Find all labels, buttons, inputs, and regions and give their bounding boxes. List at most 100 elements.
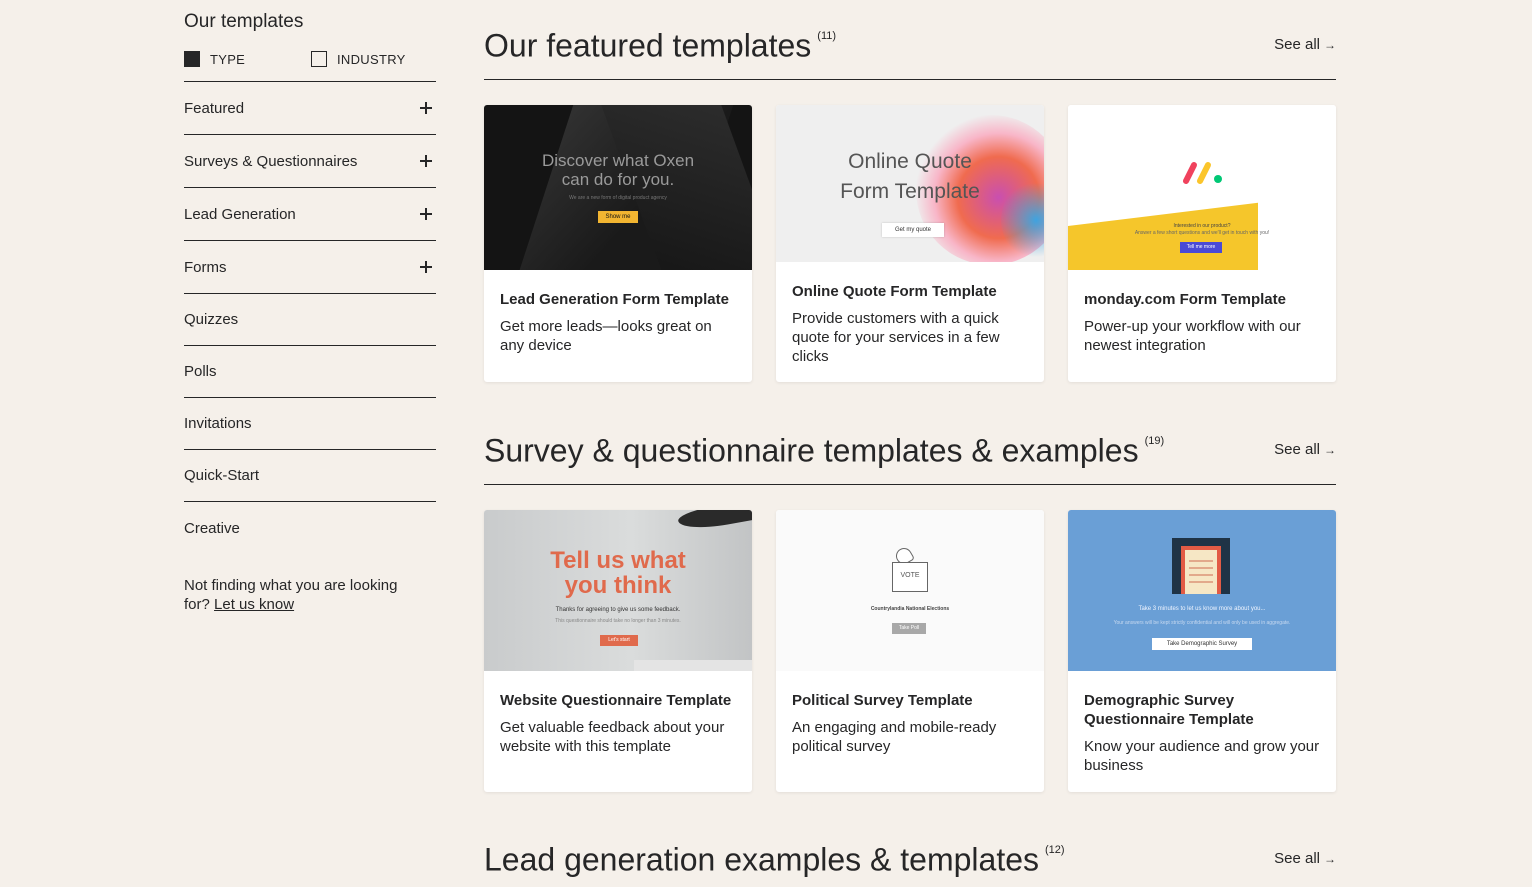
arrow-right-icon: → [1324,37,1336,52]
category-creative[interactable]: Creative [184,502,436,554]
category-lead-generation[interactable]: Lead Generation [184,188,436,241]
see-all-label: See all [1274,850,1320,867]
template-card-online-quote[interactable]: Online Quote Form Template Get my quote … [776,105,1044,382]
card-description: Know your audience and grow your busines… [1084,738,1320,774]
card-thumbnail: Online Quote Form Template Get my quote [776,105,1044,262]
section-featured-header: Our featured templates (11) See all → [484,28,1336,80]
card-title: monday.com Form Template [1084,291,1286,308]
template-card-website-questionnaire[interactable]: Tell us what you think Thanks for agreei… [484,510,752,792]
card-body: Lead Generation Form Template Get more l… [484,270,752,371]
category-list: Featured Surveys & Questionnaires Lead G… [184,82,436,554]
card-body: Demographic Survey Questionnaire Templat… [1068,671,1336,791]
thumb-subtext: Thanks for agreeing to give us some feed… [555,607,681,613]
see-all-link[interactable]: See all → [1274,441,1336,458]
category-label: Featured [184,99,245,117]
thumb-line1: Take 3 minutes to let us know more about… [1138,606,1266,612]
card-title: Website Questionnaire Template [500,692,732,709]
category-quizzes[interactable]: Quizzes [184,294,436,346]
category-label: Polls [184,363,217,380]
category-label: Surveys & Questionnaires [184,152,358,170]
category-surveys-questionnaires[interactable]: Surveys & Questionnaires [184,135,436,188]
thumb-button: Get my quote [882,223,944,237]
see-all-label: See all [1274,441,1320,458]
arrow-right-icon: → [1324,851,1336,866]
card-title: Online Quote Form Template [792,283,997,300]
let-us-know-link[interactable]: Let us know [214,596,294,613]
card-body: monday.com Form Template Power-up your w… [1068,270,1336,371]
thumb-line1: Interested in our product? [1173,223,1231,229]
toggle-industry[interactable]: INDUSTRY [311,51,406,67]
card-body: Political Survey Template An engaging an… [776,671,1044,772]
category-featured[interactable]: Featured [184,82,436,135]
section-count: (11) [817,30,837,42]
thumb-subtext2: This questionnaire should take no longer… [555,618,681,624]
not-finding-text: Not finding what you are looking for? Le… [184,576,424,614]
section-count: (19) [1144,435,1165,447]
toggle-type-label: TYPE [210,51,246,67]
thumb-headline: Discover what Oxen can do for you. [541,151,695,189]
thumb-button: Show me [598,211,638,223]
ballot-box-icon: VOTE [892,562,928,592]
card-description: Get valuable feedback about your website… [500,719,725,755]
plus-icon[interactable] [420,208,432,220]
category-label: Forms [184,258,227,276]
card-thumbnail: VOTE Countrylandia National Elections Ta… [776,510,1044,671]
main-content: Our featured templates (11) See all → Dis… [484,0,1336,887]
plus-icon[interactable] [420,155,432,167]
section-title: Our featured templates (11) [484,22,836,66]
card-title: Lead Generation Form Template [500,291,729,308]
thumb-button: Take Poll [892,623,926,634]
section-survey-header: Survey & questionnaire templates & examp… [484,433,1336,485]
template-card-political-survey[interactable]: VOTE Countrylandia National Elections Ta… [776,510,1044,792]
thumb-line2: Answer a few short questions and we'll g… [1134,230,1270,236]
see-all-link[interactable]: See all → [1274,36,1336,53]
thumb-headline: Online Quote Form Template [840,150,980,203]
toggle-type[interactable]: TYPE [184,51,311,67]
template-card-lead-generation[interactable]: Discover what Oxen can do for you. We ar… [484,105,752,382]
arrow-right-icon: → [1324,442,1336,457]
category-label: Invitations [184,415,252,432]
sidebar-title: Our templates [184,11,304,32]
thumb-button: Let's start [600,635,638,646]
section-lead-generation-header: Lead generation examples & templates (12)… [484,842,1336,887]
card-description: An engaging and mobile-ready political s… [792,719,997,755]
card-title: Political Survey Template [792,692,973,709]
plus-icon[interactable] [420,102,432,114]
category-quick-start[interactable]: Quick-Start [184,450,436,502]
category-polls[interactable]: Polls [184,346,436,398]
section-title-text: Lead generation examples & templates [484,841,1040,878]
category-label: Creative [184,519,240,537]
thumb-subtext: We are a new form of digital product age… [569,195,667,201]
plus-icon[interactable] [420,261,432,273]
card-description: Provide customers with a quick quote for… [792,310,1000,365]
thumb-headline: Tell us what you think [550,547,686,599]
category-label: Quizzes [184,311,239,328]
section-title: Survey & questionnaire templates & examp… [484,427,1164,471]
card-description: Get more leads—looks great on any device [500,318,712,354]
thumb-button: Tell me more [1180,242,1222,253]
survey-cards: Tell us what you think Thanks for agreei… [484,510,1336,792]
card-body: Online Quote Form Template Provide custo… [776,262,1044,382]
template-card-monday[interactable]: Interested in our product? Answer a few … [1068,105,1336,382]
section-title-text: Survey & questionnaire templates & examp… [484,432,1139,469]
toggle-industry-label: INDUSTRY [337,51,406,67]
card-body: Website Questionnaire Template Get valua… [484,671,752,772]
sidebar: Our templates TYPE INDUSTRY Featured Sur… [184,10,436,614]
section-count: (12) [1045,844,1065,856]
checkbox-type[interactable] [184,51,200,67]
thumb-line1: Countrylandia National Elections [870,606,950,612]
see-all-link[interactable]: See all → [1274,850,1336,867]
filter-toggle-row: TYPE INDUSTRY [184,50,436,68]
template-card-demographic-survey[interactable]: Take 3 minutes to let us know more about… [1068,510,1336,792]
card-title: Demographic Survey Questionnaire Templat… [1084,692,1254,728]
card-thumbnail: Interested in our product? Answer a few … [1068,105,1336,270]
section-title: Lead generation examples & templates (12) [484,836,1065,880]
category-forms[interactable]: Forms [184,241,436,294]
card-thumbnail: Take 3 minutes to let us know more about… [1068,510,1336,671]
category-label: Quick-Start [184,467,260,484]
category-invitations[interactable]: Invitations [184,398,436,450]
checkbox-industry[interactable] [311,51,327,67]
card-thumbnail: Tell us what you think Thanks for agreei… [484,510,752,671]
card-description: Power-up your workflow with our newest i… [1084,318,1301,354]
section-title-text: Our featured templates [484,27,812,64]
